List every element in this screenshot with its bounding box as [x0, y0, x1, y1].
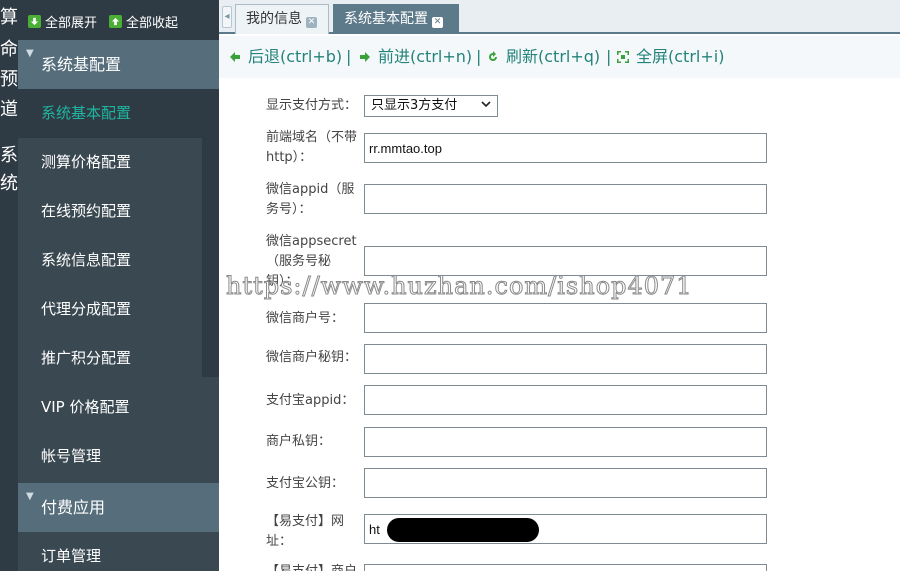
- fullscreen-label: 全屏(ctrl+i): [636, 47, 725, 66]
- collapse-all-label: 全部收起: [126, 15, 179, 31]
- fullscreen-button[interactable]: 全屏(ctrl+i): [617, 46, 724, 68]
- arrow-left-icon: [230, 52, 240, 62]
- toolbar-separator: |: [606, 47, 612, 66]
- wx-mch-key-label: 微信商户秘钥：: [266, 350, 358, 365]
- pay-display-label: 显示支付方式：: [266, 98, 358, 113]
- toolbar-separator: |: [476, 47, 482, 66]
- merchant-private-key-label: 商户私钥：: [266, 434, 332, 449]
- back-label: 后退(ctrl+b): [248, 47, 343, 66]
- sidebar-item-agent-share-config[interactable]: 代理分成配置: [18, 285, 202, 334]
- ali-appid-label: 支付宝appid：: [266, 393, 355, 408]
- strip-char: 系: [0, 145, 18, 166]
- refresh-icon: [489, 51, 497, 61]
- expand-all-label: 全部展开: [45, 15, 98, 31]
- close-icon[interactable]: ✕: [306, 17, 317, 28]
- ali-appid-input[interactable]: [364, 385, 767, 415]
- sidebar-item-system-info-config[interactable]: 系统信息配置: [18, 236, 202, 285]
- yipay-merchant-label: 【易支付】商户: [266, 562, 362, 571]
- tab-system-basic-config[interactable]: 系统基本配置 ✕: [333, 4, 459, 34]
- chevron-down-icon: ▼: [26, 491, 34, 502]
- tab-my-info[interactable]: 我的信息 ✕: [235, 4, 329, 34]
- forward-label: 前进(ctrl+n): [378, 47, 473, 66]
- yipay-merchant-input[interactable]: [364, 564, 767, 571]
- sidebar-group-label: 系统基配置: [41, 55, 122, 74]
- domain-label: 前端域名（不带http）：: [266, 130, 358, 165]
- chevron-down-icon: [481, 101, 491, 108]
- wx-mch-id-input[interactable]: [364, 303, 767, 333]
- tab-label: 系统基本配置: [344, 11, 428, 27]
- sidebar-item-promo-points-config[interactable]: 推广积分配置: [18, 334, 202, 383]
- sidebar-item-booking-config[interactable]: 在线预约配置: [18, 187, 202, 236]
- tab-bar: ◂ 我的信息 ✕ 系统基本配置 ✕: [219, 0, 900, 34]
- pay-display-value: 只显示3方支付: [371, 98, 458, 113]
- sidebar-item-system-basic-config[interactable]: 系统基本配置: [18, 89, 219, 138]
- app-title-strip: 算 命 预 道 系 统: [0, 0, 18, 571]
- back-button[interactable]: 后退(ctrl+b): [229, 46, 342, 68]
- refresh-button[interactable]: 刷新(ctrl+q): [487, 46, 600, 68]
- sidebar-group-label: 付费应用: [41, 498, 106, 517]
- close-icon[interactable]: ✕: [432, 17, 443, 28]
- domain-input[interactable]: [364, 133, 767, 163]
- sidebar-item-price-config[interactable]: 测算价格配置: [18, 138, 202, 187]
- pay-display-select[interactable]: 只显示3方支付: [364, 95, 498, 117]
- sidebar-scrollbar[interactable]: [202, 137, 219, 377]
- sidebar-item-account-management[interactable]: 帐号管理: [18, 432, 202, 481]
- sidebar-item-order-management[interactable]: 订单管理: [18, 532, 202, 571]
- main-panel: ◂ 我的信息 ✕ 系统基本配置 ✕ 后退(ctrl+b) | 前进(ctrl+n) …: [219, 0, 900, 571]
- forward-button[interactable]: 前进(ctrl+n): [359, 46, 472, 68]
- collapse-all-button[interactable]: 全部收起: [109, 12, 179, 31]
- ali-public-key-label: 支付宝公钥：: [266, 476, 345, 491]
- strip-char: 算: [0, 7, 18, 28]
- sidebar-group-system-config[interactable]: ▼ 系统基配置: [18, 40, 219, 89]
- yipay-url-label: 【易支付】网址：: [266, 514, 345, 549]
- wx-mch-id-label: 微信商户号：: [266, 311, 345, 326]
- arrow-down-icon: [28, 14, 41, 28]
- strip-char: 命: [0, 39, 18, 60]
- wx-appid-label: 微信appid（服务号）：: [266, 182, 355, 217]
- strip-char: 道: [0, 99, 18, 120]
- ali-public-key-input[interactable]: [364, 468, 767, 498]
- page-toolbar: 后退(ctrl+b) | 前进(ctrl+n) | 刷新(ctrl+q) | 全…: [219, 36, 900, 78]
- wx-appsecret-label: 微信appsecret（服务号秘钥）：: [266, 234, 357, 289]
- sidebar-toolbar: 全部展开 全部收起: [18, 0, 219, 40]
- toolbar-separator: |: [346, 47, 352, 66]
- tab-label: 我的信息: [246, 11, 302, 27]
- wx-mch-key-input[interactable]: [364, 344, 767, 374]
- tab-scroll-left-button[interactable]: ◂: [222, 6, 232, 28]
- sidebar-item-vip-price-config[interactable]: VIP 价格配置: [18, 383, 202, 432]
- refresh-label: 刷新(ctrl+q): [506, 47, 601, 66]
- sidebar-group-paid-apps[interactable]: ▼ 付费应用: [18, 483, 219, 532]
- wx-appid-input[interactable]: [364, 184, 767, 214]
- redaction-mark: [387, 518, 539, 542]
- strip-char: 统: [0, 173, 18, 194]
- fullscreen-icon: [617, 51, 629, 63]
- strip-char: 预: [0, 69, 18, 90]
- chevron-down-icon: ▼: [26, 48, 34, 59]
- merchant-private-key-input[interactable]: [364, 427, 767, 457]
- arrow-up-icon: [109, 14, 122, 28]
- expand-all-button[interactable]: 全部展开: [28, 12, 98, 31]
- arrow-right-icon: [360, 52, 370, 62]
- wx-appsecret-input[interactable]: [364, 246, 767, 276]
- sidebar: 全部展开 全部收起 ▼ 系统基配置 系统基本配置 测算价格配置 在线预约配置 系…: [18, 0, 219, 571]
